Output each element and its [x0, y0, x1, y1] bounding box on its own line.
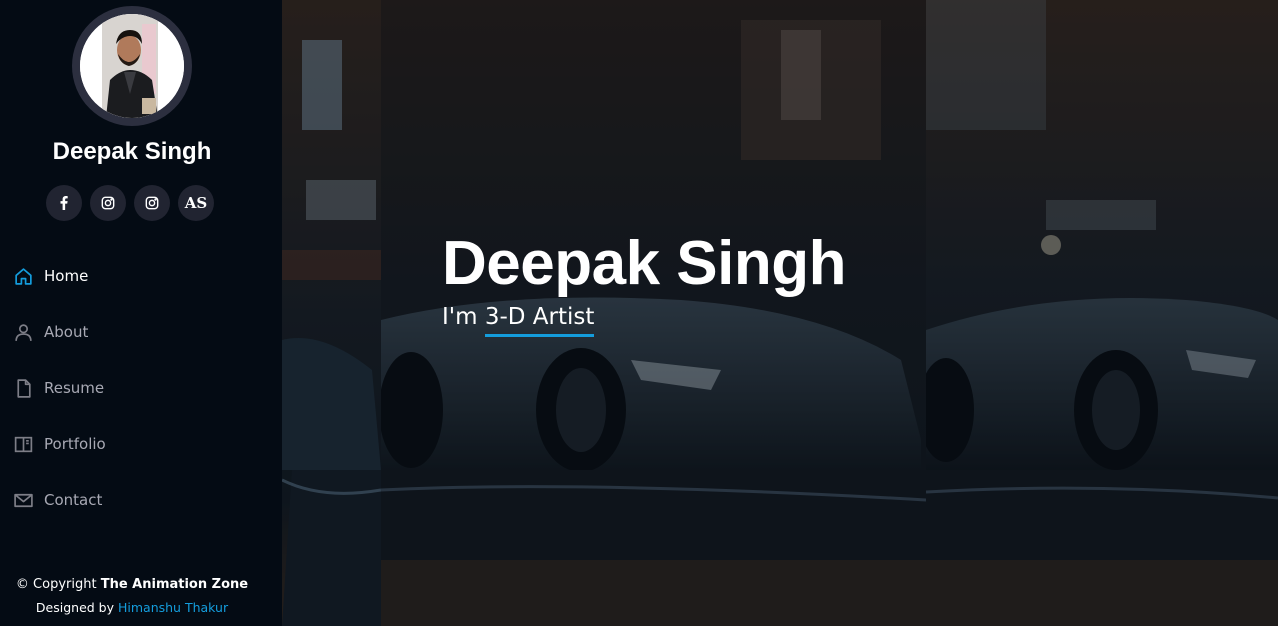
- book-icon: [12, 433, 34, 455]
- avatar-photo: [80, 14, 184, 118]
- instagram-icon: [145, 196, 159, 210]
- designer-link[interactable]: Himanshu Thakur: [118, 600, 228, 615]
- nav-item-resume[interactable]: Resume: [12, 360, 106, 416]
- nav-item-about[interactable]: About: [12, 304, 106, 360]
- credits: Designed by Himanshu Thakur: [0, 600, 264, 615]
- facebook-link[interactable]: [46, 185, 82, 221]
- home-icon: [12, 265, 34, 287]
- avatar[interactable]: [80, 14, 184, 118]
- facebook-icon: [57, 196, 71, 210]
- nav-item-portfolio[interactable]: Portfolio: [12, 416, 106, 472]
- profile-name[interactable]: Deepak Singh: [0, 138, 264, 166]
- copyright-name: The Animation Zone: [100, 577, 249, 592]
- hero-overlay: [282, 0, 1278, 626]
- avatar-frame: [72, 6, 192, 126]
- hero-typed-text: 3-D Artist: [484, 304, 595, 337]
- instagram-link-2[interactable]: [134, 185, 170, 221]
- file-icon: [12, 377, 34, 399]
- nav-menu: Home About Resume Portfolio Contact: [12, 248, 106, 528]
- nav-item-home[interactable]: Home: [12, 248, 106, 304]
- copyright: © Copyright The Animation Zone: [0, 576, 264, 594]
- copyright-prefix: © Copyright: [15, 577, 97, 592]
- nav-item-contact[interactable]: Contact: [12, 472, 106, 528]
- envelope-icon: [12, 489, 34, 511]
- hero-title: Deepak Singh: [442, 229, 847, 298]
- instagram-icon: [101, 196, 115, 210]
- nav-label: Contact: [44, 491, 103, 509]
- nav-label: Home: [44, 267, 89, 285]
- artstation-link[interactable]: AS: [178, 185, 214, 221]
- hero-subtitle: I'm 3-D Artist: [442, 304, 595, 337]
- nav-label: Resume: [44, 379, 105, 397]
- hero-section: Deepak Singh I'm 3-D Artist: [282, 0, 1278, 626]
- designed-prefix: Designed by: [35, 600, 114, 615]
- hero-subtitle-prefix: I'm: [442, 304, 478, 330]
- person-icon: [12, 321, 34, 343]
- instagram-link-1[interactable]: [90, 185, 126, 221]
- nav-label: About: [44, 323, 89, 341]
- sidebar: Deepak Singh AS Home About Resume Portfo…: [0, 0, 282, 626]
- artstation-icon: AS: [184, 194, 208, 212]
- footer: © Copyright The Animation Zone Designed …: [0, 576, 264, 615]
- social-links: AS: [46, 185, 214, 221]
- nav-label: Portfolio: [44, 435, 106, 453]
